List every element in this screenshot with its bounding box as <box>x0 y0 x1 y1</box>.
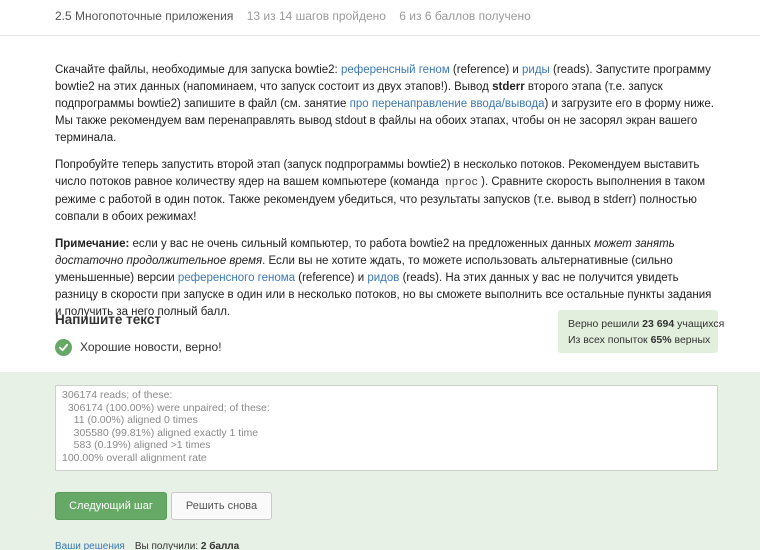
text: если у вас не очень сильный компьютер, т… <box>129 238 595 250</box>
text: (reference) и <box>449 64 522 76</box>
feedback-text: Хорошие новости, верно! <box>80 340 222 354</box>
note-label: Примечание: <box>55 238 130 250</box>
reference-genome-link[interactable]: референсный геном <box>341 64 450 76</box>
paragraph-3: Примечание: если у вас не очень сильный … <box>55 236 720 321</box>
feedback-message: Хорошие новости, верно! <box>55 337 222 357</box>
paragraph-2: Попробуйте теперь запустить второй этап … <box>55 157 720 226</box>
attempts-stat: Из всех попыток 65% верных <box>568 332 711 348</box>
small-reads-link[interactable]: ридов <box>367 272 399 284</box>
step-description: Скачайте файлы, необходимые для запуска … <box>55 62 720 331</box>
steps-progress: 13 из 14 шагов пройдено <box>246 9 386 23</box>
text: Верно решили <box>568 318 643 330</box>
check-circle-icon <box>55 338 72 356</box>
task-title: Напишите текст <box>55 312 161 327</box>
reads-link[interactable]: риды <box>522 64 550 76</box>
received-score: 2 балла <box>200 541 240 550</box>
paragraph-1: Скачайте файлы, необходимые для запуска … <box>55 62 720 147</box>
nproc-code: nproc <box>442 177 482 189</box>
step-header: 2.5 Многопоточные приложения 13 из 14 ша… <box>0 0 760 36</box>
text: учащихся <box>674 318 725 330</box>
text: (reference) и <box>295 272 368 284</box>
small-reference-genome-link[interactable]: референсного генома <box>178 272 295 284</box>
answer-textarea[interactable]: 306174 reads; of these: 306174 (100.00%)… <box>55 385 718 471</box>
stats-panel: Верно решили 23 694 учащихся Из всех поп… <box>558 310 724 353</box>
io-redirect-link[interactable]: про перенаправление ввода/вывода <box>350 98 545 110</box>
solved-stat: Верно решили 23 694 учащихся <box>568 316 724 332</box>
points-progress: 6 из 6 баллов получено <box>399 9 531 23</box>
submission-footer: Ваши решения Вы получили: 2 балла <box>55 541 239 550</box>
breadcrumb: 2.5 Многопоточные приложения 13 из 14 ша… <box>55 9 541 23</box>
next-step-button[interactable]: Следующий шаг <box>55 492 167 520</box>
text: Скачайте файлы, необходимые для запуска … <box>55 64 341 76</box>
stderr-term: stderr <box>492 81 525 93</box>
solved-count: 23 694 <box>642 318 675 330</box>
text: Из всех попыток <box>568 334 651 346</box>
your-solutions-link[interactable]: Ваши решения <box>55 541 125 550</box>
text: верных <box>671 334 711 346</box>
received-label: Вы получили: <box>134 541 201 550</box>
lesson-title[interactable]: 2.5 Многопоточные приложения <box>55 9 233 23</box>
solve-again-button[interactable]: Решить снова <box>171 492 272 520</box>
attempts-percent: 65% <box>650 334 672 346</box>
